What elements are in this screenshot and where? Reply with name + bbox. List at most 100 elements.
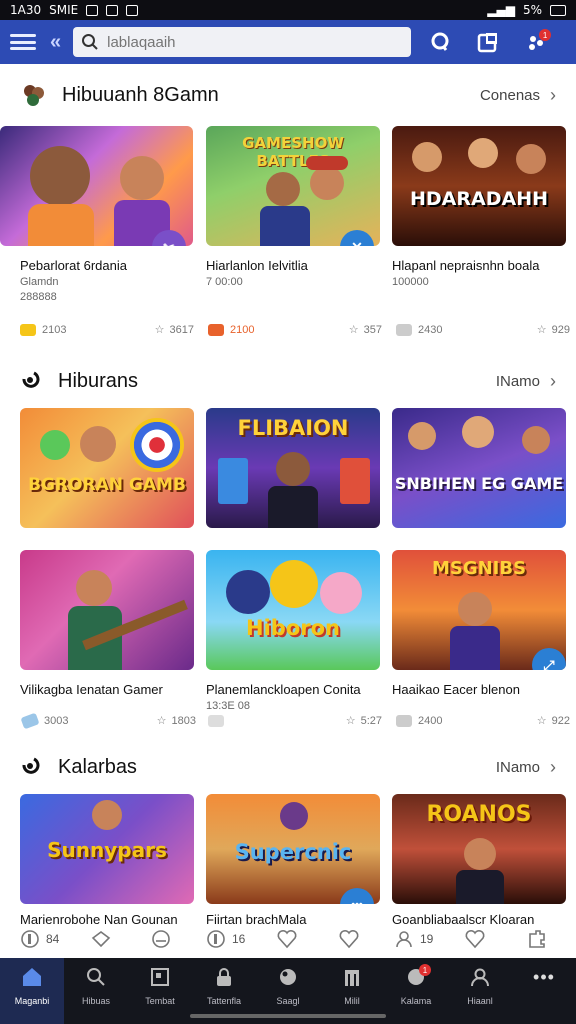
game-meta: ☆ 5:27 [208, 714, 382, 727]
home-icon [19, 964, 45, 990]
rating: ☆ 3617 [154, 323, 194, 337]
game-thumbnail: GAMESHOW BATTLES ✕ [206, 126, 380, 246]
game-title: Hiarlanlon Ielvitlia [206, 258, 308, 273]
status-icon-3 [126, 4, 139, 16]
music-icon [22, 757, 40, 774]
game-title: Hlapanl nepraisnhn boala [392, 258, 540, 273]
game-thumbnail: ✂ [0, 126, 193, 246]
signal-icon: ▂▄▆ [487, 3, 515, 17]
nav-item-notification[interactable]: 1 Kalama [384, 958, 448, 1024]
heart-icon[interactable] [464, 929, 486, 949]
game-card[interactable]: Vilikagba Ienatan Gamer [20, 550, 194, 697]
section-more-link[interactable]: Conenas › [480, 85, 556, 106]
nav-item-search[interactable]: Hibuas [64, 958, 128, 1024]
game-card[interactable]: ✂ Pebarlorat 6rdania Glamdn 288888 [0, 126, 193, 303]
section-more-link[interactable]: INamo › [496, 371, 556, 392]
ball-icon [275, 964, 301, 990]
nav-label: Kalama [400, 996, 432, 1006]
game-card[interactable]: Supercnic ••• Fiirtan brachMala [206, 794, 380, 927]
game-title: Haaikao Eacer blenon [392, 682, 520, 697]
game-card[interactable]: Hiboron Planemlanckloapen Conita 13:3E 0… [206, 550, 380, 712]
search-bar[interactable] [73, 27, 412, 57]
game-subtitle: 13:3E 08 [206, 700, 251, 712]
heart-icon[interactable] [338, 929, 360, 949]
price-text: 2103 [42, 323, 67, 336]
game-card[interactable]: ROANOS Goanbliabaalscr Kloaran [392, 794, 566, 927]
game-meta: 2100 ☆ 357 [208, 323, 382, 336]
action-row: 84 16 19 [0, 924, 576, 954]
pin-icon[interactable] [90, 929, 112, 949]
section-header-1: Hibuuanh 8Gamn Conenas › [0, 70, 576, 120]
nav-label: Milil [344, 996, 360, 1006]
section-header-3: Kalarbas INamo › [0, 742, 576, 792]
game-thumbnail: Hiboron [206, 550, 380, 670]
chevron-right-icon: › [550, 370, 556, 391]
group-icon[interactable]: 1 [521, 27, 552, 57]
rating: ☆ 929 [536, 323, 570, 337]
info-icon[interactable]: 16 [206, 929, 245, 949]
game-thumbnail: Sunnypars [20, 794, 194, 904]
game-thumbnail: ROANOS [392, 794, 566, 904]
more-icon: ••• [533, 966, 555, 987]
status-carrier: SMIE [49, 3, 79, 17]
star-icon: ☆ [156, 715, 167, 727]
game-art-title: HDARADAHH [410, 188, 548, 210]
coin-icon [396, 323, 412, 336]
game-card[interactable]: SNBIHEN EG GAME [392, 408, 566, 528]
game-meta: 3003 ☆ 1803 [20, 712, 196, 729]
home-indicator[interactable] [190, 1014, 386, 1018]
section-title: Hibuuanh 8Gamn [62, 83, 219, 106]
star-icon: ☆ [154, 324, 165, 336]
game-subtitle: 100000 [392, 276, 429, 288]
heart-icon[interactable] [276, 929, 298, 949]
game-card[interactable]: HDARADAHH Hlapanl nepraisnhn boala 10000… [392, 126, 566, 288]
menu-icon[interactable] [10, 32, 36, 52]
nav-item-profile[interactable]: Hiaanl [448, 958, 512, 1024]
game-art-title: Supercnic [234, 840, 352, 864]
game-card[interactable]: FLIBAION [206, 408, 380, 528]
rating: ☆ 5:27 [345, 714, 382, 728]
search-icon [82, 34, 98, 50]
price-text: 2100 [230, 323, 255, 336]
game-title: Planemlanckloapen Conita [206, 682, 361, 697]
coin-icon [20, 712, 40, 729]
game-art-title: Sunnypars [47, 838, 167, 862]
section-more-link[interactable]: INamo › [496, 757, 556, 778]
game-title: Vilikagba Ienatan Gamer [20, 682, 163, 697]
game-card[interactable]: GAMESHOW BATTLES ✕ Hiarlanlon Ielvitlia … [206, 126, 380, 288]
search-input[interactable] [107, 33, 388, 51]
share-icon[interactable] [473, 27, 503, 57]
nav-label: Tattenfla [206, 996, 242, 1006]
coin-icon [396, 714, 412, 727]
battery-icon [550, 4, 566, 16]
rating: ☆ 357 [348, 323, 382, 337]
game-card[interactable]: Sunnypars Marienrobohe Nan Gounan [20, 794, 194, 927]
nav-label: Saagl [276, 996, 300, 1006]
user-icon[interactable]: 19 [394, 929, 433, 949]
game-card[interactable]: MSGNIBS ⤢ Haaikao Eacer blenon [392, 550, 566, 697]
chat-icon[interactable] [425, 27, 455, 57]
nav-item-home[interactable]: Maganbi [0, 958, 64, 1024]
star-icon: ☆ [345, 715, 356, 727]
star-icon: ☆ [536, 324, 547, 336]
nav-item-more[interactable]: ••• [512, 958, 576, 1024]
info-icon[interactable]: 84 [20, 929, 59, 949]
game-title: Pebarlorat 6rdania [20, 258, 127, 273]
game-art-title: FLIBAION [237, 416, 349, 440]
game-thumbnail: Supercnic ••• [206, 794, 380, 904]
game-thumbnail [20, 550, 194, 670]
price-text: 3003 [44, 714, 69, 727]
game-card[interactable]: BGRORAN GAMB [20, 408, 194, 528]
hand-icon[interactable] [150, 928, 172, 950]
coin-icon [208, 714, 224, 727]
back-icon[interactable]: « [50, 31, 61, 54]
nav-item-screen[interactable]: Tembat [128, 958, 192, 1024]
screen-icon [147, 964, 173, 990]
section-title: Kalarbas [58, 755, 137, 778]
game-art-title: GAMESHOW BATTLES [242, 134, 344, 170]
nav-label: Maganbi [14, 996, 50, 1006]
puzzle-icon[interactable] [526, 928, 548, 950]
user-icon [467, 964, 493, 990]
game-art-title: SNBIHEN EG GAME [394, 474, 564, 493]
battery-text: 5% [522, 3, 542, 17]
